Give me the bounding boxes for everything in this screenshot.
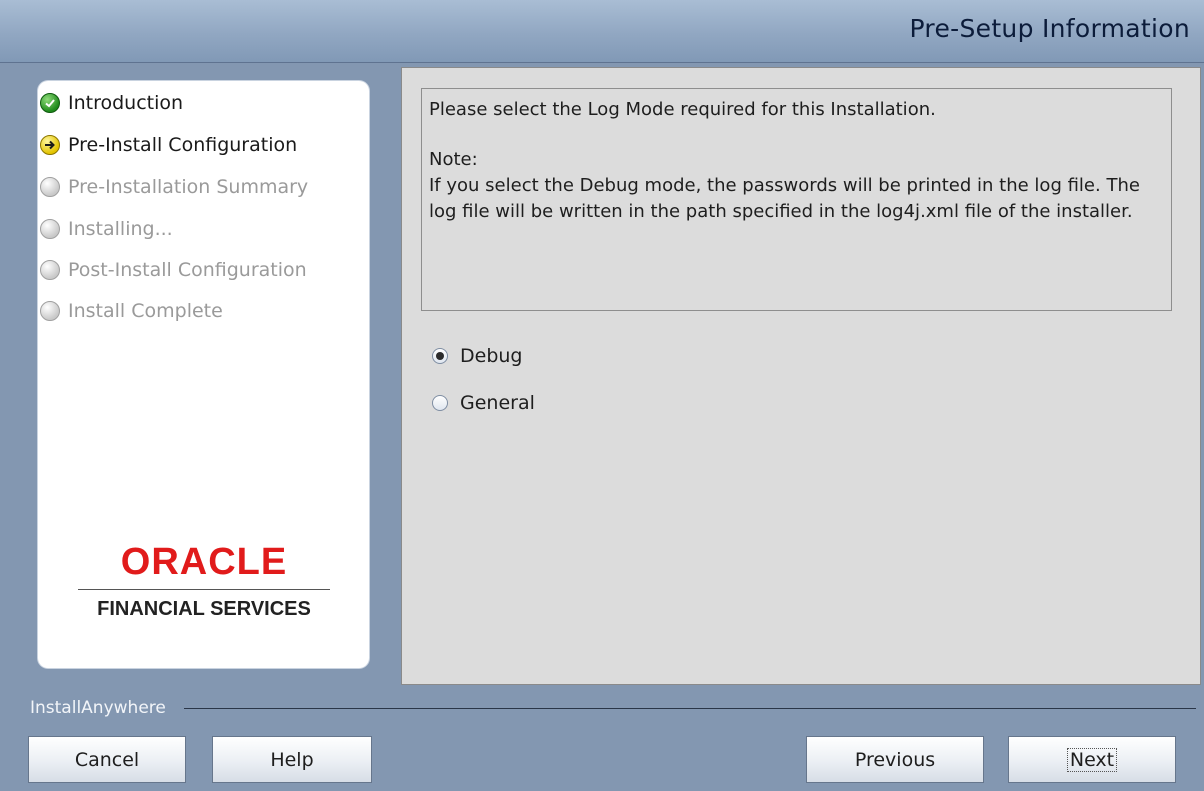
footer: InstallAnywhere Cancel Help Previous Nex… xyxy=(0,686,1204,791)
radio-label-debug: Debug xyxy=(460,345,523,367)
step-installing: Installing... xyxy=(38,214,369,244)
radio-selected-icon[interactable] xyxy=(432,348,448,364)
info-instruction: Please select the Log Mode required for … xyxy=(429,99,936,120)
step-install-complete: Install Complete xyxy=(38,296,369,326)
step-label: Install Complete xyxy=(68,300,223,322)
cancel-button-label: Cancel xyxy=(74,748,140,771)
radio-unselected-icon[interactable] xyxy=(432,395,448,411)
logo-divider xyxy=(78,589,330,590)
note-body: If you select the Debug mode, the passwo… xyxy=(429,175,1140,222)
check-circle-icon xyxy=(40,93,60,113)
installanywhere-row: InstallAnywhere xyxy=(30,698,1196,718)
footer-divider xyxy=(183,707,1196,709)
info-box: Please select the Log Mode required for … xyxy=(421,88,1172,311)
help-button-label: Help xyxy=(270,748,314,771)
page-title: Pre-Setup Information xyxy=(909,14,1190,43)
empty-circle-icon xyxy=(40,260,60,280)
logo-subtitle: FINANCIAL SERVICES xyxy=(97,598,311,620)
oracle-logo: ORACLE FINANCIAL SERVICES xyxy=(78,541,330,620)
next-button-label: Next xyxy=(1066,747,1118,772)
note-heading: Note: xyxy=(429,149,478,170)
next-button[interactable]: Next xyxy=(1008,736,1176,783)
header-bar: Pre-Setup Information xyxy=(0,0,1204,63)
step-pre-install-configuration: Pre-Install Configuration xyxy=(38,130,369,160)
cancel-button[interactable]: Cancel xyxy=(28,736,186,783)
steps-panel: Introduction Pre-Install Configuration P… xyxy=(38,81,369,668)
step-label: Pre-Install Configuration xyxy=(68,134,298,156)
arrow-circle-icon xyxy=(40,135,60,155)
step-introduction: Introduction xyxy=(38,88,369,118)
empty-circle-icon xyxy=(40,219,60,239)
step-label: Pre-Installation Summary xyxy=(68,176,309,198)
step-post-install-configuration: Post-Install Configuration xyxy=(38,255,369,285)
radio-debug[interactable]: Debug xyxy=(432,345,522,367)
step-label: Installing... xyxy=(68,218,173,240)
installer-window: Pre-Setup Information Introduction Pre-I… xyxy=(0,0,1204,791)
help-button[interactable]: Help xyxy=(212,736,372,783)
previous-button-label: Previous xyxy=(854,748,936,771)
previous-button[interactable]: Previous xyxy=(806,736,984,783)
step-pre-installation-summary: Pre-Installation Summary xyxy=(38,172,369,202)
empty-circle-icon xyxy=(40,301,60,321)
radio-label-general: General xyxy=(460,392,535,414)
installanywhere-label: InstallAnywhere xyxy=(30,698,166,718)
step-label: Introduction xyxy=(68,92,184,114)
radio-general[interactable]: General xyxy=(432,392,535,414)
content-panel: Please select the Log Mode required for … xyxy=(401,67,1201,685)
empty-circle-icon xyxy=(40,177,60,197)
logo-brand: ORACLE xyxy=(120,541,288,583)
step-label: Post-Install Configuration xyxy=(68,259,307,281)
